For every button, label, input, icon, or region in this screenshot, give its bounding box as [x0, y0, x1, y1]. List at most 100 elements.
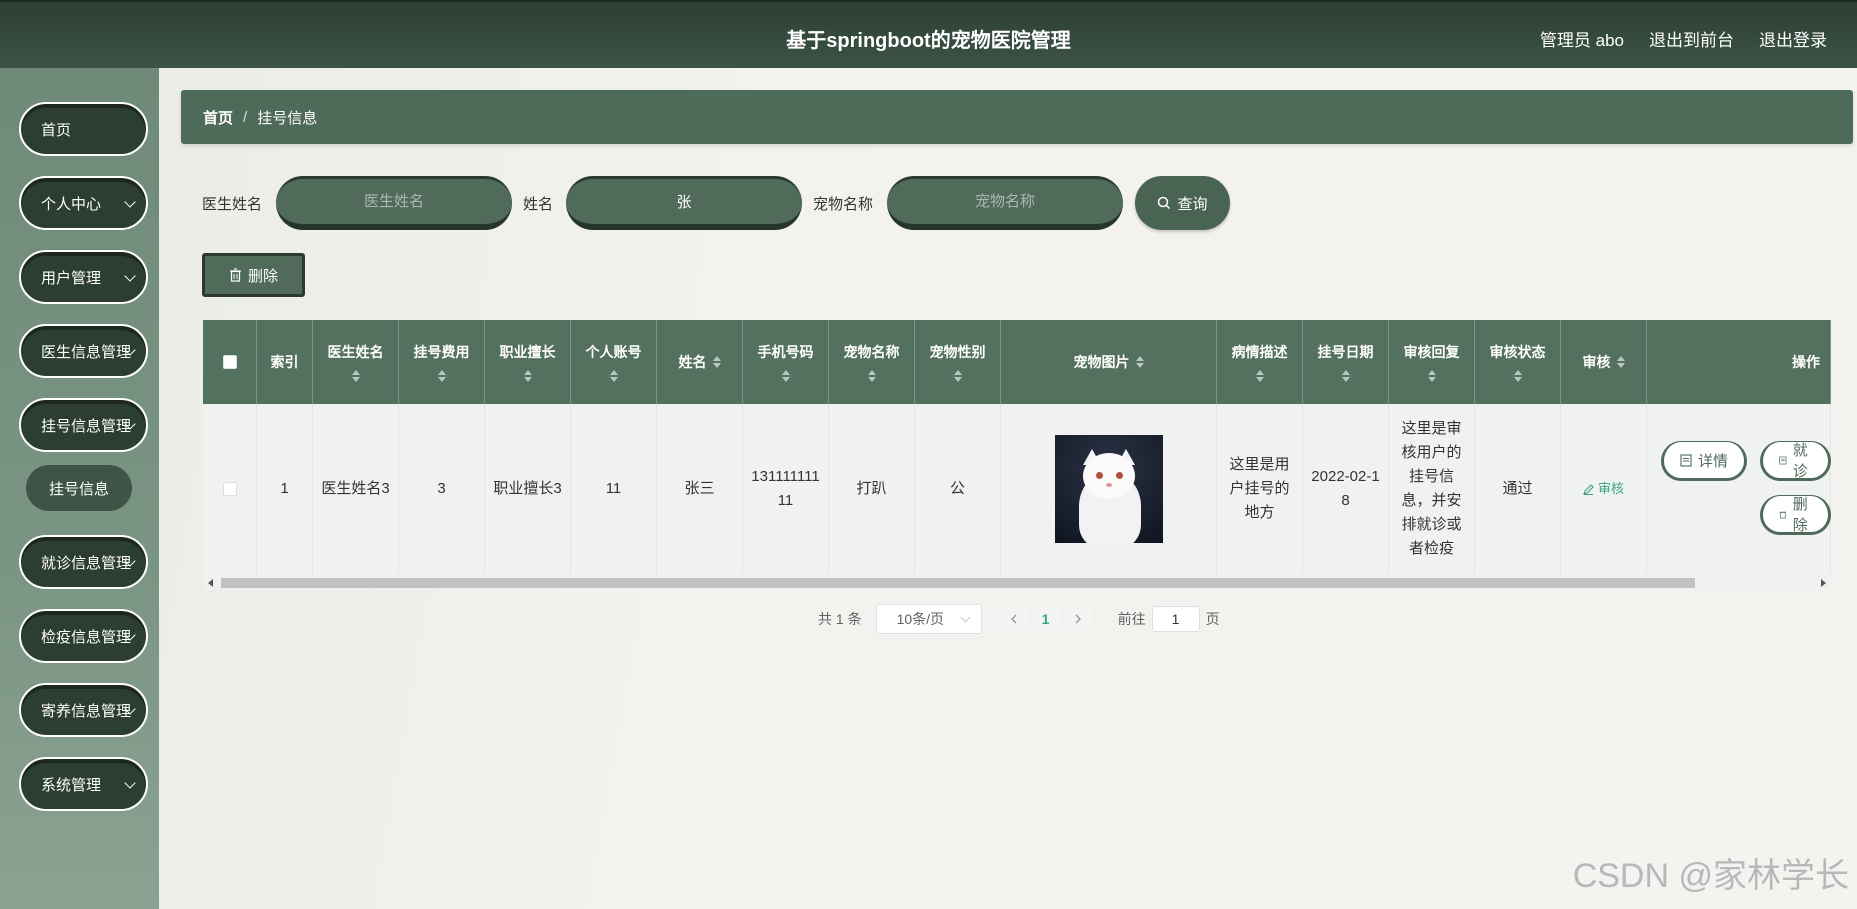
sidebar-item-user-management[interactable]: 用户管理: [19, 250, 148, 304]
admin-user-link[interactable]: 管理员 abo: [1540, 26, 1624, 51]
sidebar-item-label: 个人中心: [41, 195, 102, 213]
detail-button-label: 详情: [1698, 452, 1729, 470]
cell-pet-name: 打趴: [829, 404, 915, 574]
column-header[interactable]: 病情描述: [1217, 320, 1303, 404]
sidebar-item-quarantine-management[interactable]: 检疫信息管理: [19, 609, 148, 663]
scrollbar-thumb[interactable]: [221, 578, 1695, 588]
column-header[interactable]: 挂号日期: [1303, 320, 1389, 404]
sidebar-item-label: 首页: [41, 121, 72, 139]
watermark: CSDN @家林学长: [1572, 857, 1849, 895]
search-icon: [1158, 196, 1171, 210]
sort-icon[interactable]: [1255, 370, 1264, 382]
column-header[interactable]: 宠物性别: [915, 320, 1001, 404]
header-select-all[interactable]: [203, 320, 257, 404]
select-all-checkbox[interactable]: [222, 355, 237, 369]
column-header[interactable]: 个人账号: [571, 320, 657, 404]
name-label: 姓名: [523, 196, 554, 213]
sort-icon[interactable]: [1427, 370, 1436, 382]
top-links: 管理员 abo 退出到前台 退出登录: [1540, 26, 1827, 51]
logout-link[interactable]: 退出登录: [1759, 26, 1827, 51]
sort-icon[interactable]: [351, 370, 360, 382]
column-header[interactable]: 职业擅长: [485, 320, 571, 404]
table-row: 1 医生姓名3 3 职业擅长3 11 张三 13111111111 打趴 公 这…: [203, 404, 1831, 574]
column-header[interactable]: 宠物名称: [829, 320, 915, 404]
pet-photo[interactable]: [1054, 435, 1163, 543]
next-page-button[interactable]: [1063, 607, 1092, 631]
column-header[interactable]: 审核: [1561, 320, 1647, 404]
sidebar-item-label: 用户管理: [41, 269, 102, 287]
document-icon: [1680, 453, 1692, 467]
chevron-down-icon: [124, 777, 136, 789]
doctor-name-input[interactable]: [276, 176, 512, 230]
cell-audit: 审核: [1561, 404, 1647, 574]
sort-icon[interactable]: [437, 370, 446, 382]
cell-specialty: 职业擅长3: [485, 404, 571, 574]
breadcrumb: 首页 / 挂号信息: [181, 90, 1853, 144]
row-checkbox[interactable]: [222, 482, 237, 496]
column-header[interactable]: 姓名: [657, 320, 743, 404]
sort-icon[interactable]: [609, 370, 618, 382]
audit-link[interactable]: 审核: [1583, 477, 1624, 501]
cell-account: 11: [571, 404, 657, 574]
cell-fee: 3: [399, 404, 485, 574]
scroll-left-arrow-icon[interactable]: [208, 579, 213, 587]
column-header[interactable]: 审核状态: [1475, 320, 1561, 404]
sort-icon[interactable]: [1135, 356, 1144, 368]
sort-icon[interactable]: [867, 370, 876, 382]
sidebar-subitem-registration-info[interactable]: 挂号信息: [26, 465, 132, 511]
sidebar-item-home[interactable]: 首页: [19, 102, 148, 156]
sort-icon[interactable]: [1513, 370, 1522, 382]
column-header[interactable]: 宠物图片: [1001, 320, 1217, 404]
prev-page-button[interactable]: [999, 607, 1028, 631]
page-size-select[interactable]: 10条/页: [875, 604, 982, 634]
top-bar: 基于springboot的宠物医院管理 管理员 abo 退出到前台 退出登录: [0, 0, 1857, 68]
sort-icon[interactable]: [712, 356, 721, 368]
doctor-name-label: 医生姓名: [202, 196, 263, 213]
scroll-right-arrow-icon[interactable]: [1821, 579, 1826, 587]
cell-pet-gender: 公: [915, 404, 1001, 574]
sidebar-item-label: 检疫信息管理: [41, 628, 132, 646]
pet-name-input[interactable]: [887, 176, 1123, 230]
detail-button[interactable]: 详情: [1661, 441, 1748, 481]
total-count: 共 1 条: [818, 611, 862, 627]
sidebar-item-visit-management[interactable]: 就诊信息管理: [19, 535, 148, 589]
sort-icon[interactable]: [953, 370, 962, 382]
sidebar-item-label: 医生信息管理: [41, 343, 132, 361]
audit-label: 审核: [1597, 481, 1624, 496]
column-header[interactable]: 手机号码: [743, 320, 829, 404]
breadcrumb-home[interactable]: 首页: [203, 107, 233, 128]
name-input[interactable]: [566, 176, 802, 230]
table-header: 索引 医生姓名 挂号费用 职业擅长 个人账号 姓名 手机号码 宠物名称 宠物性别…: [203, 320, 1831, 404]
sort-icon[interactable]: [523, 370, 532, 382]
sidebar-item-personal-center[interactable]: 个人中心: [19, 176, 148, 230]
cell-pet-image: [1001, 404, 1217, 574]
sidebar-item-system-management[interactable]: 系统管理: [19, 757, 148, 811]
column-header[interactable]: 医生姓名: [313, 320, 399, 404]
chevron-right-icon: [1075, 614, 1081, 624]
horizontal-scrollbar[interactable]: [203, 574, 1831, 590]
sidebar-item-label: 就诊信息管理: [41, 554, 132, 572]
visit-button[interactable]: 就诊: [1760, 441, 1831, 481]
sort-icon[interactable]: [1616, 356, 1625, 368]
sort-icon[interactable]: [781, 370, 790, 382]
chevron-down-icon: [124, 196, 136, 208]
row-delete-button[interactable]: 删除: [1760, 495, 1831, 535]
trash-icon: [1779, 511, 1787, 518]
query-button[interactable]: 查询: [1135, 176, 1230, 230]
cell-date: 2022-02-18: [1303, 404, 1389, 574]
page-number[interactable]: 1: [1031, 607, 1060, 631]
pet-name-label: 宠物名称: [813, 196, 874, 213]
sidebar-item-boarding-management[interactable]: 寄养信息管理: [19, 683, 148, 737]
chevron-left-icon: [1010, 614, 1017, 624]
sidebar-item-label: 挂号信息管理: [41, 417, 132, 435]
cell-reply: 这里是审核用户的挂号信息，并安排就诊或者检疫: [1389, 404, 1475, 574]
goto-page-input[interactable]: 1: [1151, 606, 1200, 632]
sort-icon[interactable]: [1341, 370, 1350, 382]
sidebar-item-registration-management[interactable]: 挂号信息管理: [19, 398, 148, 452]
back-to-frontend-link[interactable]: 退出到前台: [1649, 26, 1734, 51]
sidebar-item-doctor-management[interactable]: 医生信息管理: [19, 324, 148, 378]
column-header: 操作: [1647, 320, 1831, 404]
column-header[interactable]: 审核回复: [1389, 320, 1475, 404]
batch-delete-button[interactable]: 删除: [202, 253, 305, 297]
column-header[interactable]: 挂号费用: [399, 320, 485, 404]
